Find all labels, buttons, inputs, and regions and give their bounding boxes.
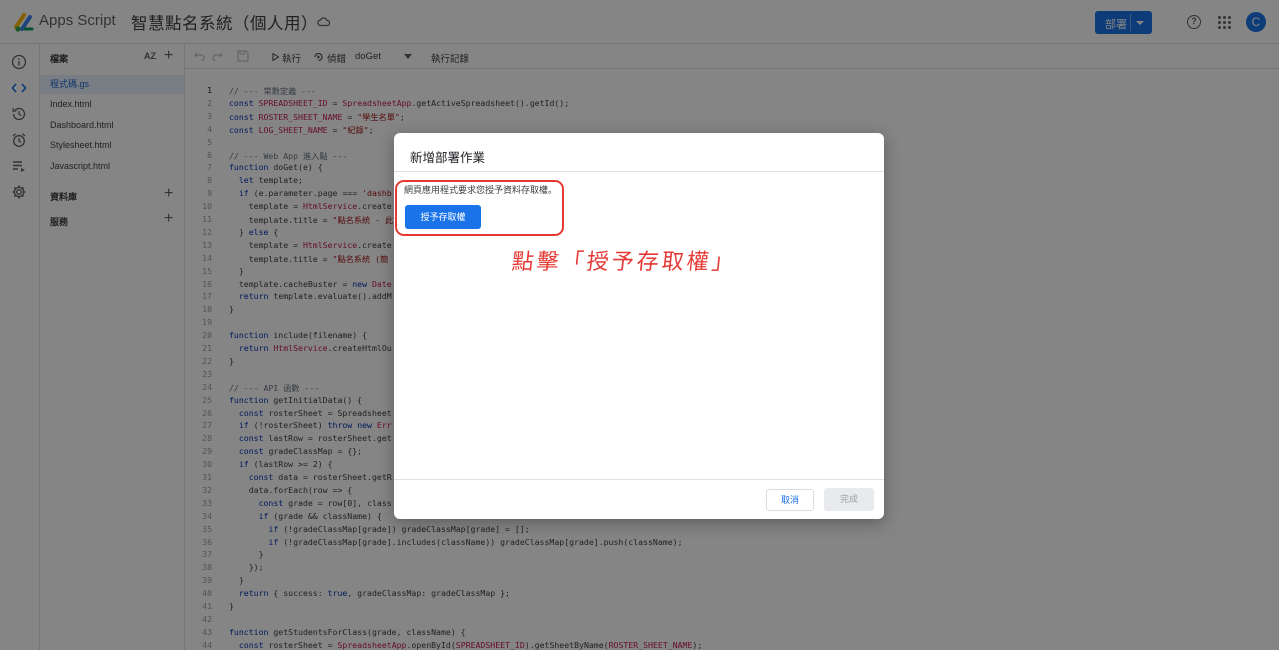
dialog-title: 新增部署作業: [410, 151, 486, 165]
annotation-text: 點擊「授予存取權」: [510, 250, 739, 275]
dialog-message: 網頁應用程式要求您授予資料存取權。: [404, 185, 558, 195]
new-deployment-dialog: 新增部署作業 網頁應用程式要求您授予資料存取權。 授予存取權 點擊「授予存取權」…: [394, 133, 884, 519]
dialog-footer-divider: [394, 479, 884, 480]
dialog-divider: [394, 171, 884, 172]
cancel-button[interactable]: 取消: [766, 489, 814, 511]
done-button[interactable]: 完成: [824, 488, 874, 511]
authorize-access-button[interactable]: 授予存取權: [405, 205, 481, 229]
